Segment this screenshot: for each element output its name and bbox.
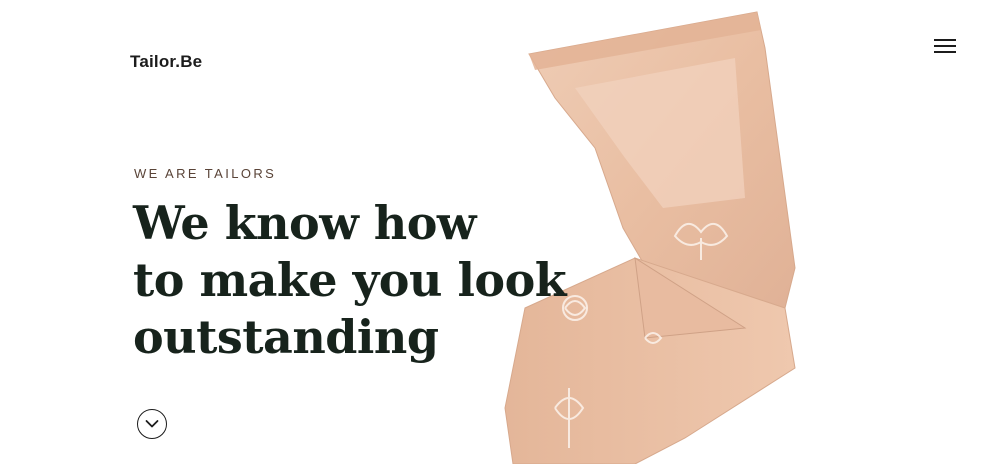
headline-line-1: We know how <box>133 196 477 250</box>
eyebrow-tagline: WE ARE TAILORS <box>134 166 277 181</box>
hero-headline: We know how to make you look outstanding <box>133 195 567 366</box>
menu-bar-bottom <box>934 51 956 53</box>
headline-line-2: to make you look <box>133 253 567 307</box>
hamburger-menu-icon[interactable] <box>932 36 958 56</box>
menu-bar-middle <box>934 45 956 47</box>
logo[interactable]: Tailor.Be <box>130 52 202 72</box>
menu-bar-top <box>934 39 956 41</box>
hero-page: Tailor.Be WE ARE TAILORS We know how to … <box>0 0 1000 464</box>
headline-line-3: outstanding <box>133 310 439 364</box>
scroll-down-button[interactable] <box>137 409 167 439</box>
chevron-down-icon <box>145 420 159 428</box>
